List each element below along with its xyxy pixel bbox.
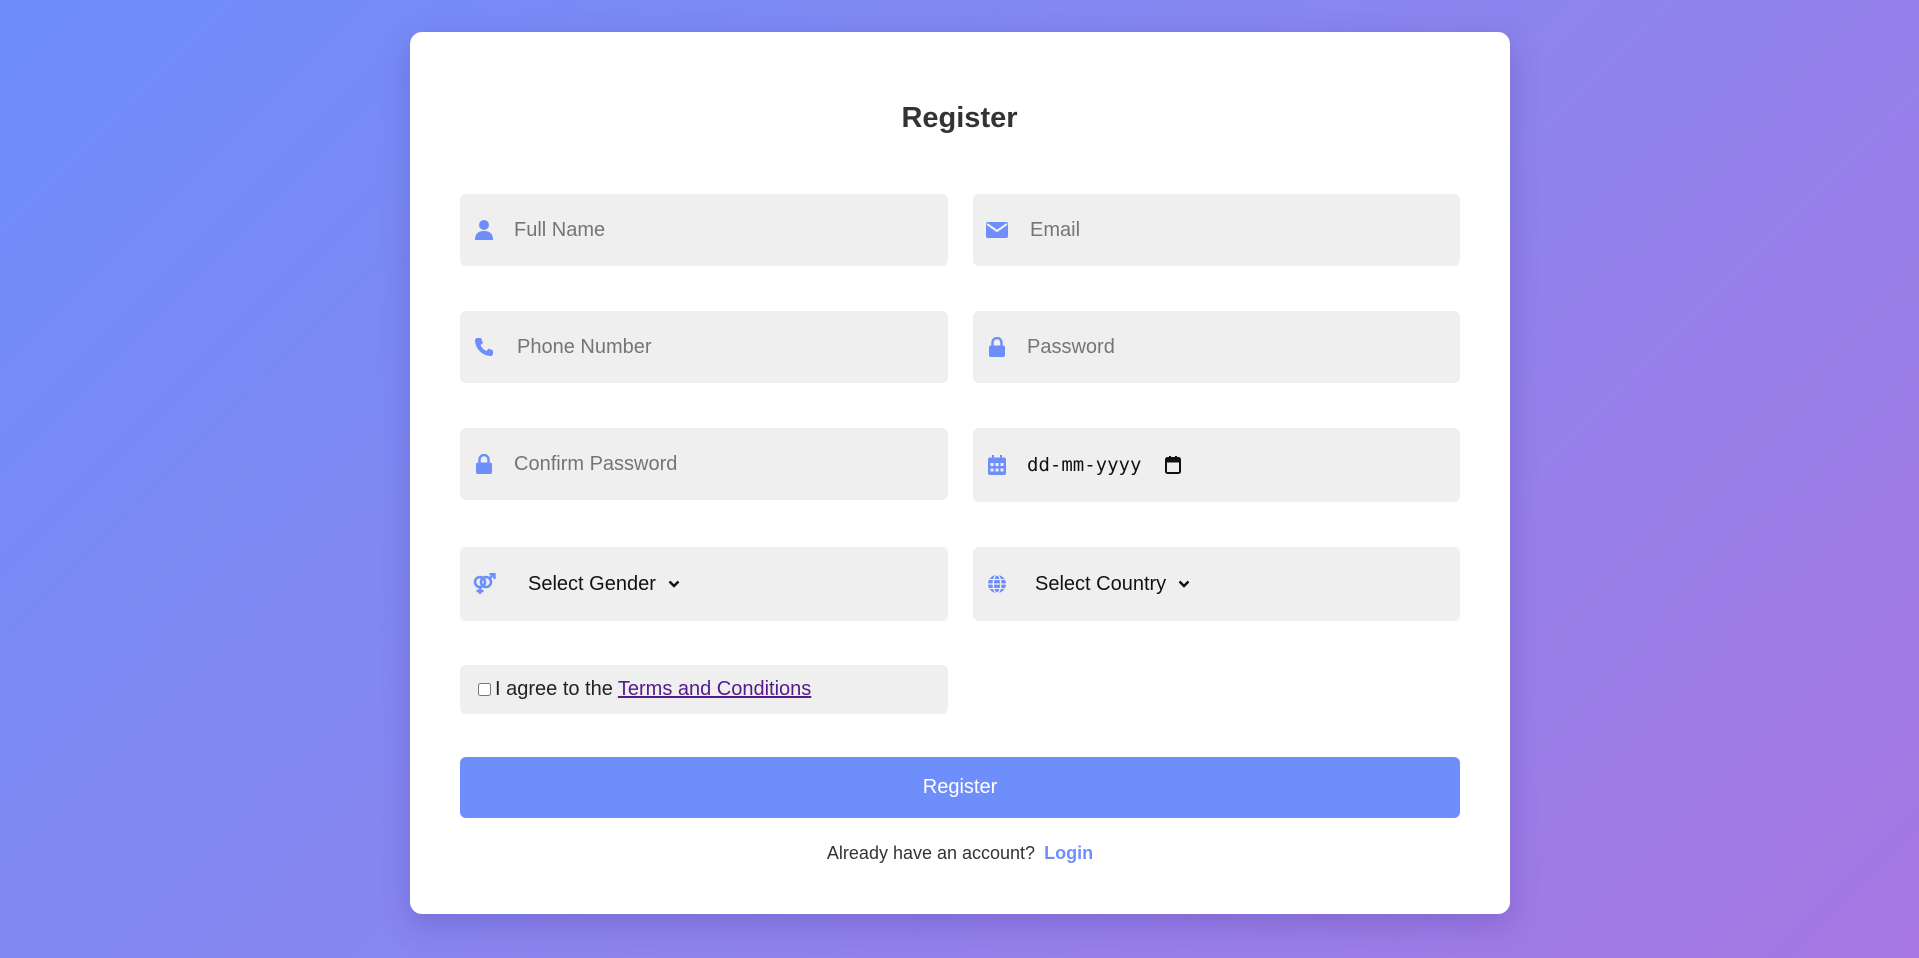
email-input[interactable] bbox=[1030, 194, 1447, 266]
terms-label: I agree to the bbox=[495, 678, 613, 700]
gender-icon bbox=[472, 572, 496, 596]
calendar-picker-icon[interactable] bbox=[1165, 456, 1182, 474]
lock-icon bbox=[985, 335, 1009, 359]
confirm-password-field[interactable] bbox=[460, 428, 948, 500]
phone-field[interactable] bbox=[460, 311, 948, 383]
page-title: Register bbox=[901, 102, 1018, 134]
lock-icon bbox=[472, 452, 496, 476]
confirm-password-input[interactable] bbox=[514, 428, 932, 500]
country-select-value: Select Country bbox=[1035, 572, 1167, 595]
gender-select[interactable]: Select Gender bbox=[528, 547, 680, 621]
terms-row: I agree to the Terms and Conditions bbox=[460, 665, 948, 714]
calendar-icon bbox=[985, 453, 1009, 477]
birthdate-input[interactable]: dd-mm-yyyy bbox=[1027, 428, 1182, 502]
user-icon bbox=[472, 218, 496, 242]
register-button[interactable]: Register bbox=[460, 757, 1460, 818]
country-select[interactable]: Select Country bbox=[1035, 547, 1190, 621]
chevron-down-icon bbox=[668, 580, 680, 588]
password-input[interactable] bbox=[1027, 311, 1444, 383]
envelope-icon bbox=[985, 218, 1009, 242]
gender-select-value: Select Gender bbox=[528, 572, 656, 595]
full-name-field[interactable] bbox=[460, 194, 948, 266]
phone-input[interactable] bbox=[517, 311, 935, 383]
date-value: dd-mm-yyyy bbox=[1027, 454, 1142, 476]
globe-icon bbox=[985, 572, 1009, 596]
login-prompt-text: Already have an account? bbox=[826, 843, 1036, 863]
full-name-input[interactable] bbox=[514, 194, 932, 266]
phone-icon bbox=[472, 335, 496, 359]
chevron-down-icon bbox=[1178, 580, 1190, 588]
email-field[interactable] bbox=[973, 194, 1460, 266]
password-field[interactable] bbox=[973, 311, 1460, 383]
terms-checkbox[interactable] bbox=[478, 683, 491, 696]
terms-link[interactable]: Terms and Conditions bbox=[618, 678, 811, 701]
login-prompt: Already have an account? Login bbox=[410, 843, 1510, 864]
login-link[interactable]: Login bbox=[1044, 843, 1093, 863]
